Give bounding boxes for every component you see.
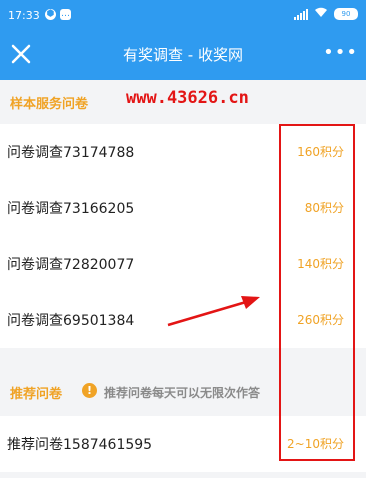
annotation-arrow-icon bbox=[167, 296, 260, 327]
